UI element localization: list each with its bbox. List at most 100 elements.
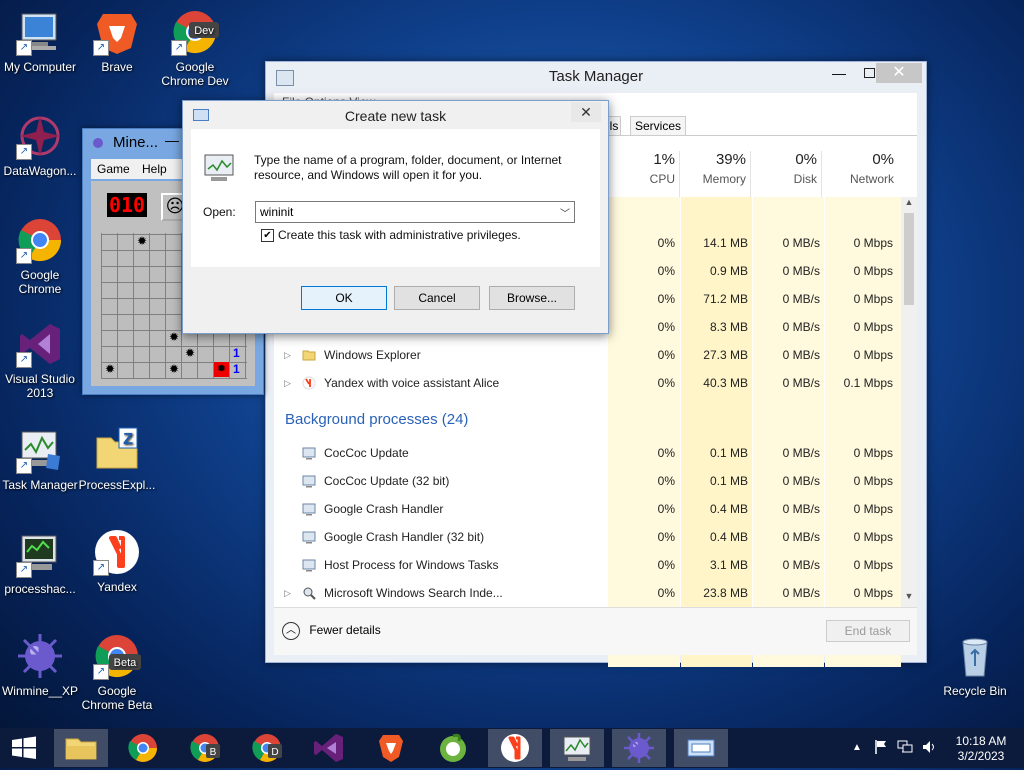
table-row[interactable]: ▷ Windows Explorer 0% 27.3 MB 0 MB/s 0 M… xyxy=(274,341,917,369)
taskbar-brave[interactable] xyxy=(364,729,418,767)
minesweeper-minimize-button[interactable]: — xyxy=(165,132,179,148)
taskbar-coccoc[interactable] xyxy=(426,729,480,767)
cancel-button[interactable]: Cancel xyxy=(394,286,480,310)
table-row[interactable]: Google Crash Handler (32 bit) 0% 0.4 MB … xyxy=(274,523,917,551)
task-manager-icon: ↗ xyxy=(16,426,64,474)
section-header-background-processes[interactable]: Background processes (24) xyxy=(285,411,468,428)
table-row[interactable]: CocCoc Update 0% 0.1 MB 0 MB/s 0 Mbps xyxy=(274,439,917,467)
number-cell: 1 xyxy=(233,346,240,360)
shortcut-arrow-icon: ↗ xyxy=(93,40,109,56)
dialog-title[interactable]: Create new task xyxy=(183,108,608,124)
taskbar-chrome-dev[interactable]: D xyxy=(240,729,294,767)
exploded-mine-icon: ✹ xyxy=(214,362,229,377)
folder-zip-icon: Z xyxy=(93,426,141,474)
brave-icon xyxy=(379,735,403,762)
mine-cell-icon: ✹ xyxy=(137,234,148,248)
number-cell: 1 xyxy=(233,362,240,376)
processhacker-icon: ↗ xyxy=(16,530,64,578)
column-network[interactable]: 0% Network xyxy=(822,151,898,197)
chrome-icon: ↗ xyxy=(16,216,64,264)
column-cpu[interactable]: 1% CPU xyxy=(611,151,680,197)
svg-text:B: B xyxy=(210,747,217,758)
shortcut-arrow-icon: ↗ xyxy=(93,664,109,680)
table-row[interactable]: Google Crash Handler 0% 0.4 MB 0 MB/s 0 … xyxy=(274,495,917,523)
yandex-icon xyxy=(302,376,316,390)
coccoc-icon xyxy=(440,733,466,762)
taskbar-task-manager[interactable] xyxy=(550,729,604,767)
svg-text:Beta: Beta xyxy=(114,657,138,669)
desktop-icon-datawagon[interactable]: ↗ DataWagon... xyxy=(0,112,80,178)
open-combobox[interactable]: wininit ﹀ xyxy=(255,201,575,223)
column-memory[interactable]: 39% Memory xyxy=(680,151,751,197)
desktop-icon-task-manager[interactable]: ↗ Task Manager xyxy=(0,426,80,492)
table-row[interactable]: ▷ Microsoft Windows Search Inde... 0% 23… xyxy=(274,579,917,607)
table-row[interactable]: CocCoc Update (32 bit) 0% 0.1 MB 0 MB/s … xyxy=(274,467,917,495)
brave-icon: ↗ xyxy=(93,8,141,56)
taskbar-chrome[interactable] xyxy=(116,729,170,767)
network-icon[interactable] xyxy=(897,739,913,758)
column-disk[interactable]: 0% Disk xyxy=(751,151,822,197)
ok-button[interactable]: OK xyxy=(301,286,387,310)
table-row[interactable]: Host Process for Windows Tasks 0% 3.1 MB… xyxy=(274,551,917,579)
menu-help[interactable]: Help xyxy=(142,162,167,176)
fewer-details-button[interactable]: ︿ Fewer details xyxy=(282,620,381,640)
open-input[interactable]: wininit xyxy=(260,205,293,219)
scrollbar-thumb[interactable] xyxy=(904,213,914,305)
expand-arrow-icon[interactable]: ▷ xyxy=(284,369,291,397)
action-center-flag-icon[interactable] xyxy=(874,739,888,758)
desktop-icon-chrome-dev[interactable]: Dev ↗ Google Chrome Dev xyxy=(155,8,235,88)
shortcut-arrow-icon: ↗ xyxy=(16,248,32,264)
volume-icon[interactable] xyxy=(921,739,937,758)
computer-icon: ↗ xyxy=(16,8,64,56)
folder-icon xyxy=(65,738,97,760)
table-row[interactable]: ▷ Yandex with voice assistant Alice 0% 4… xyxy=(274,369,917,397)
process-icon xyxy=(302,531,316,544)
minesweeper-title[interactable]: Mine... xyxy=(113,134,158,151)
admin-checkbox-label: Create this task with administrative pri… xyxy=(278,228,521,242)
desktop-icon-my-computer[interactable]: ↗ My Computer xyxy=(0,8,80,74)
dialog-close-button[interactable]: ✕ xyxy=(571,102,601,122)
desktop-icon-chrome-beta[interactable]: Beta ↗ Google Chrome Beta xyxy=(77,632,157,712)
chevron-down-icon[interactable]: ﹀ xyxy=(560,205,570,220)
start-button[interactable] xyxy=(0,729,48,767)
recycle-bin-icon xyxy=(951,632,999,680)
taskbar-chrome-beta[interactable]: B xyxy=(178,729,232,767)
close-button[interactable]: ✕ xyxy=(876,63,922,83)
task-manager-title: Task Manager xyxy=(548,68,644,85)
desktop-icon-processhacker[interactable]: ↗ processhac... xyxy=(0,530,80,596)
end-task-button[interactable]: End task xyxy=(826,620,910,642)
scroll-down-icon[interactable]: ▼ xyxy=(901,591,917,605)
taskbar-yandex[interactable] xyxy=(488,729,542,767)
yandex-icon: ↗ xyxy=(93,528,141,576)
minimize-button[interactable]: — xyxy=(824,62,854,86)
desktop-icon-visual-studio[interactable]: ↗ Visual Studio 2013 xyxy=(0,320,80,400)
tray-overflow-icon[interactable]: ▲ xyxy=(852,742,862,753)
desktop-icon-process-explorer[interactable]: Z ProcessExpl... xyxy=(77,426,157,492)
desktop-icon-yandex[interactable]: ↗ Yandex xyxy=(77,528,157,594)
task-manager-icon xyxy=(563,736,591,761)
desktop-icon-recycle-bin[interactable]: Recycle Bin xyxy=(935,632,1015,698)
taskbar-run-dialog[interactable] xyxy=(674,729,728,767)
taskbar-file-explorer[interactable] xyxy=(54,729,108,767)
desktop-icon-winmine[interactable]: Winmine__XP xyxy=(0,632,80,698)
browse-button[interactable]: Browse... xyxy=(489,286,575,310)
create-new-task-dialog: Create new task ✕ Type the name of a pro… xyxy=(182,100,609,334)
menu-game[interactable]: Game xyxy=(97,162,130,176)
process-icon xyxy=(302,503,316,516)
expand-arrow-icon[interactable]: ▷ xyxy=(284,341,291,369)
taskbar-minesweeper[interactable] xyxy=(612,729,666,767)
mine-icon xyxy=(16,632,64,680)
process-icon xyxy=(302,447,316,460)
scroll-up-icon[interactable]: ▲ xyxy=(901,197,917,211)
admin-checkbox[interactable]: ✔ xyxy=(261,229,274,242)
taskbar-visual-studio[interactable] xyxy=(302,729,356,767)
expand-arrow-icon[interactable]: ▷ xyxy=(284,579,291,607)
desktop-icon-brave[interactable]: ↗ Brave xyxy=(77,8,157,74)
shortcut-arrow-icon: ↗ xyxy=(16,144,32,160)
search-indexer-icon xyxy=(303,587,316,600)
chrome-beta-icon: B xyxy=(190,734,220,762)
vertical-scrollbar[interactable]: ▲ ▼ xyxy=(901,197,917,607)
clock[interactable]: 10:18 AM 3/2/2023 xyxy=(946,734,1016,764)
desktop-icon-google-chrome[interactable]: ↗ Google Chrome xyxy=(0,216,80,296)
tab-services[interactable]: Services xyxy=(630,116,687,135)
